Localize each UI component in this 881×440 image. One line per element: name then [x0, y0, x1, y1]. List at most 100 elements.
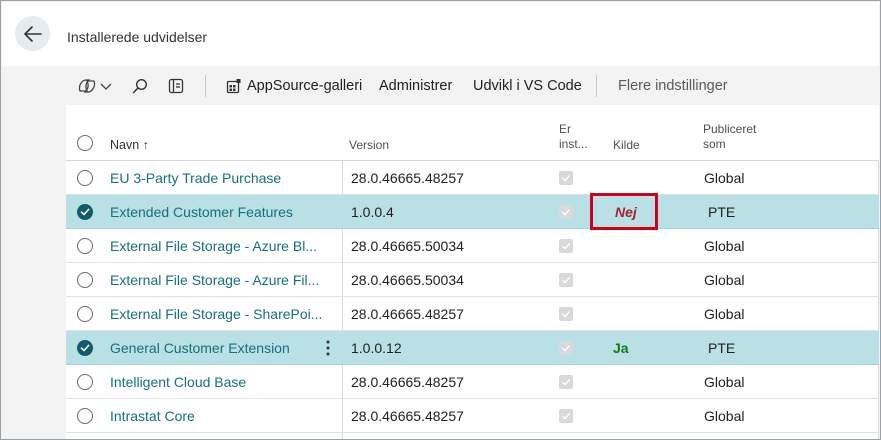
action-separator	[205, 75, 206, 97]
row-installed-checkbox	[559, 171, 573, 185]
row-published-as: PTE	[708, 204, 736, 220]
row-installed-checkbox	[559, 375, 573, 389]
row-select-checkbox[interactable]	[77, 204, 93, 220]
row-select-checkbox[interactable]	[77, 238, 93, 254]
checkmark-icon	[561, 276, 571, 284]
column-header-source[interactable]: Kilde	[613, 138, 640, 153]
row-select-checkbox[interactable]	[77, 340, 93, 356]
checkmark-icon	[80, 208, 90, 216]
column-header-version[interactable]: Version	[349, 138, 389, 153]
checkmark-icon	[561, 242, 571, 250]
row-source	[613, 161, 693, 195]
appsource-icon	[226, 79, 241, 94]
administrer-button[interactable]: Administrer	[379, 67, 452, 105]
row-select-checkbox[interactable]	[77, 306, 93, 322]
row-version: 28.0.46665.48257	[351, 306, 464, 322]
action-separator	[596, 75, 597, 97]
row-version: 28.0.46665.48257	[351, 374, 464, 390]
row-installed-checkbox	[559, 273, 573, 287]
column-header-published-line2: som	[703, 137, 726, 151]
column-header-installed-line2: inst...	[559, 137, 588, 151]
table-row[interactable]: Intelligent Cloud Base 28.0.46665.48257 Gl…	[66, 365, 879, 399]
checkmark-icon	[561, 378, 571, 386]
row-version: 1.0.0.4	[351, 204, 394, 220]
row-version: 28.0.46665.48257	[351, 170, 464, 186]
row-source	[613, 297, 693, 331]
column-header-installed[interactable]: Er inst...	[559, 122, 588, 152]
action-bar: AppSource-galleri Administrer Udvikl i V…	[66, 67, 879, 105]
appsource-gallery-label: AppSource-galleri	[247, 78, 363, 94]
sort-ascending-icon: ↑	[142, 138, 149, 152]
row-installed-checkbox	[559, 409, 573, 423]
more-vertical-icon[interactable]	[324, 339, 332, 357]
row-name-link[interactable]: EU 3-Party Trade Purchase	[110, 161, 342, 195]
arrow-left-icon	[23, 25, 42, 42]
copilot-icon	[78, 79, 96, 93]
row-select-checkbox[interactable]	[77, 170, 93, 186]
table-row[interactable]: General Customer Extension 1.0.0.12 Ja PTE	[66, 331, 879, 365]
column-header-name[interactable]: Navn ↑	[110, 138, 149, 153]
page-header: Installerede udvidelser	[2, 2, 879, 66]
appsource-gallery-button[interactable]: AppSource-galleri	[226, 67, 362, 105]
row-name-link[interactable]: External File Storage - Azure Bl...	[110, 229, 342, 263]
checkmark-icon	[561, 412, 571, 420]
row-source	[613, 365, 693, 399]
row-name-link[interactable]: External File Storage - Azure Fil...	[110, 263, 342, 297]
filter-pane-icon	[168, 78, 184, 94]
column-header-published-line1: Publiceret	[703, 122, 757, 136]
row-published-as: Global	[704, 170, 745, 186]
row-name-link[interactable]: General Customer Extension	[110, 331, 342, 365]
administrer-label: Administrer	[379, 78, 453, 94]
chevron-down-icon	[100, 83, 112, 90]
row-name-link[interactable]: Extended Customer Features	[110, 195, 342, 229]
row-select-checkbox[interactable]	[77, 272, 93, 288]
checkmark-icon	[561, 344, 571, 352]
table-row[interactable]: External File Storage - SharePoi... 28.0.…	[66, 297, 879, 331]
row-installed-checkbox	[559, 307, 573, 321]
develop-vscode-button[interactable]: Udvikl i VS Code	[473, 67, 582, 105]
table-row[interactable]: Extended Customer Features 1.0.0.4 Nej PTE	[66, 195, 879, 229]
list-header: Navn ↑ Version Er inst... Kilde Publicer…	[66, 105, 879, 161]
checkmark-icon	[80, 344, 90, 352]
back-button[interactable]	[15, 16, 50, 51]
row-published-as: Global	[704, 306, 745, 322]
row-source	[613, 399, 693, 433]
row-installed-checkbox	[559, 205, 573, 219]
select-all-checkbox[interactable]	[77, 135, 93, 151]
search-icon	[132, 78, 148, 94]
copilot-menu-button[interactable]	[76, 67, 112, 105]
row-name-link[interactable]: Intrastat Core	[110, 399, 342, 433]
more-options-label: Flere indstillinger	[618, 78, 728, 94]
table-row[interactable]: Intrastat Core 28.0.46665.48257 Global	[66, 399, 879, 433]
filter-pane-button[interactable]	[168, 67, 184, 105]
row-name-link[interactable]: Intelligent Cloud Base	[110, 365, 342, 399]
row-installed-checkbox	[559, 341, 573, 355]
search-button[interactable]	[132, 67, 148, 105]
column-header-name-label: Navn	[110, 138, 140, 152]
row-source	[613, 229, 693, 263]
window-frame: Installerede udvidelser AppSource-galler…	[0, 0, 881, 440]
row-installed-checkbox	[559, 239, 573, 253]
row-published-as: Global	[704, 374, 745, 390]
row-source	[613, 263, 693, 297]
row-version: 1.0.0.12	[351, 340, 402, 356]
checkmark-icon	[561, 174, 571, 182]
row-published-as: Global	[704, 272, 745, 288]
column-header-installed-line1: Er	[559, 122, 571, 136]
page-title: Installerede udvidelser	[67, 29, 208, 45]
more-options-button[interactable]: Flere indstillinger	[618, 67, 728, 105]
table-row[interactable]: EU 3-Party Trade Purchase 28.0.46665.4825…	[66, 161, 879, 195]
checkmark-icon	[561, 208, 571, 216]
row-name-link[interactable]: External File Storage - SharePoi...	[110, 297, 342, 331]
row-version: 28.0.46665.48257	[351, 408, 464, 424]
table-row[interactable]: External File Storage - Azure Bl... 28.0.…	[66, 229, 879, 263]
row-source: Ja	[613, 340, 629, 356]
row-select-checkbox[interactable]	[77, 408, 93, 424]
checkmark-icon	[561, 310, 571, 318]
extensions-list: Navn ↑ Version Er inst... Kilde Publicer…	[66, 105, 879, 439]
row-published-as: Global	[704, 238, 745, 254]
table-row[interactable]: External File Storage - Azure Fil... 28.0…	[66, 263, 879, 297]
row-source: Nej	[615, 204, 637, 220]
column-header-published[interactable]: Publiceret som	[703, 122, 756, 152]
row-select-checkbox[interactable]	[77, 374, 93, 390]
